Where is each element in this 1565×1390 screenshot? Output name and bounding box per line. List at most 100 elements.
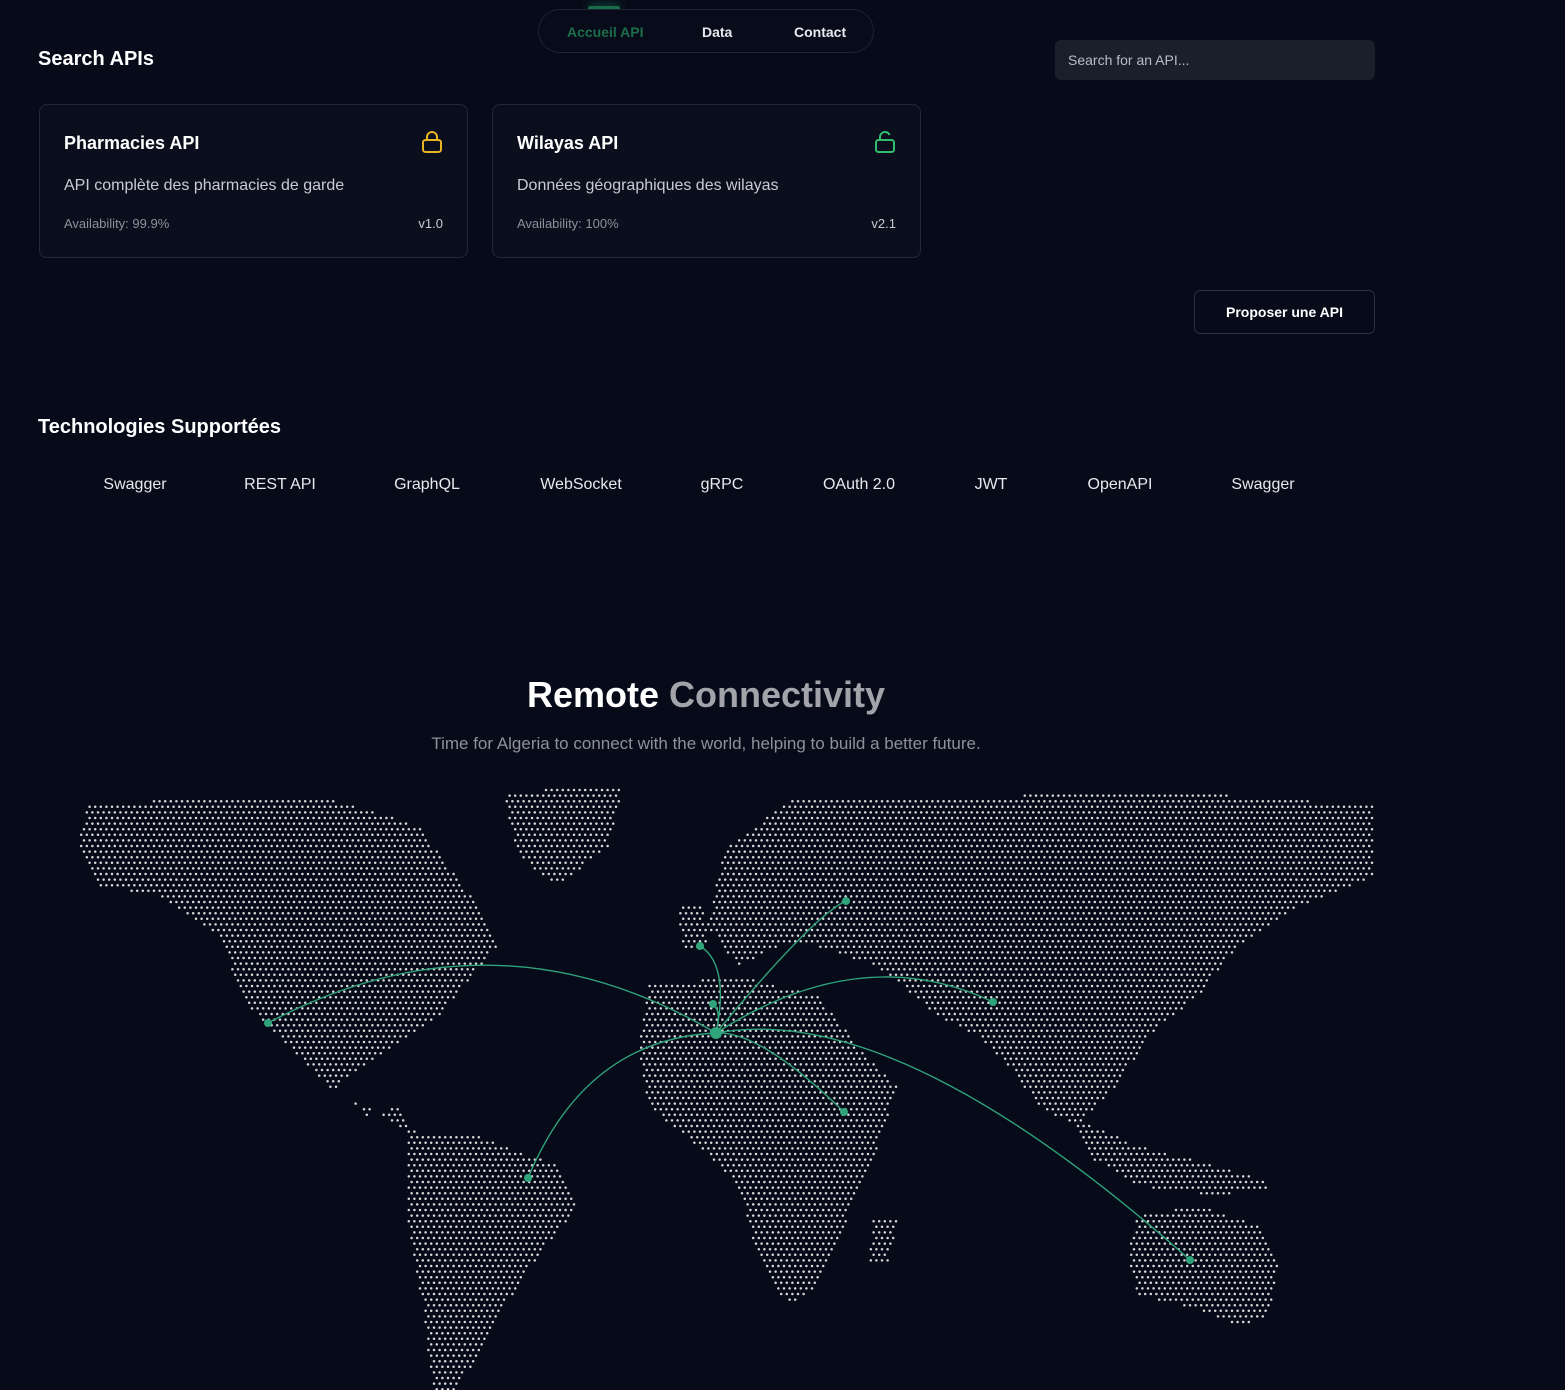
map-dot <box>393 923 397 926</box>
map-dot <box>421 878 425 881</box>
map-dot <box>152 889 156 893</box>
map-dot <box>1219 872 1223 876</box>
api-card-wilayas[interactable]: Wilayas API Données géographiques des wi… <box>492 104 921 258</box>
map-dot <box>592 839 595 842</box>
map-dot <box>964 867 968 870</box>
nav-item-data[interactable]: Data <box>702 10 732 54</box>
map-dot <box>1104 833 1108 837</box>
map-dot <box>813 822 817 825</box>
map-dot <box>1015 956 1018 960</box>
map-dot <box>415 833 419 837</box>
map-dot <box>894 805 898 809</box>
map-dot <box>427 934 430 937</box>
map-dot <box>838 883 842 887</box>
map-dot <box>295 951 299 954</box>
map-dot <box>1320 839 1323 842</box>
map-dot <box>992 923 996 926</box>
map-dot <box>886 923 889 926</box>
map-dot <box>1101 939 1105 943</box>
propose-api-button[interactable]: Proposer une API <box>1194 290 1375 334</box>
map-dot <box>863 844 867 848</box>
map-dot <box>197 833 201 837</box>
map-dot <box>197 911 201 915</box>
map-dot <box>354 956 357 960</box>
map-dot <box>1211 867 1214 870</box>
map-dot <box>1174 895 1178 898</box>
map-dot <box>908 844 912 848</box>
map-dot <box>849 917 853 921</box>
map-dot <box>155 816 159 820</box>
map-dot <box>925 844 929 848</box>
map-dot <box>452 928 455 932</box>
map-dot <box>1113 794 1116 797</box>
map-dot <box>861 827 864 831</box>
map-dot <box>1169 939 1172 943</box>
search-input[interactable] <box>1055 40 1375 80</box>
map-dot <box>1303 883 1307 887</box>
map-dot <box>961 917 965 921</box>
map-dot <box>457 883 461 887</box>
map-dot <box>1003 822 1007 825</box>
map-dot <box>264 911 268 915</box>
map-dot <box>799 850 803 853</box>
map-dot <box>203 923 206 926</box>
map-dot <box>155 861 159 865</box>
map-dot <box>110 816 114 820</box>
map-dot <box>1037 844 1041 848</box>
map-dot <box>1009 923 1013 926</box>
map-dot <box>1216 799 1220 803</box>
map-dot <box>866 839 870 842</box>
map-dot <box>1012 827 1015 831</box>
map-dot <box>250 951 254 954</box>
nav-item-contact[interactable]: Contact <box>794 10 846 54</box>
map-dot <box>1208 928 1211 932</box>
map-dot <box>312 839 315 842</box>
map-dot <box>1328 822 1332 825</box>
map-dot <box>1076 945 1080 949</box>
map-dot <box>886 867 889 870</box>
map-dot <box>1101 883 1105 887</box>
map-dot <box>303 945 307 949</box>
map-dot <box>835 945 839 949</box>
map-dot <box>1272 844 1276 848</box>
map-dot <box>947 900 951 904</box>
map-dot <box>236 844 240 848</box>
map-dot <box>191 799 195 803</box>
map-dot <box>1012 939 1015 943</box>
map-dot <box>721 872 724 876</box>
map-dot <box>922 861 926 865</box>
map-dot <box>233 850 237 853</box>
map-dot <box>721 928 724 932</box>
map-dot <box>886 956 889 960</box>
map-dot <box>1099 911 1102 915</box>
nav-item-accueil-api[interactable]: Accueil API <box>567 10 644 54</box>
map-dot <box>1045 895 1049 898</box>
map-dot <box>1356 867 1360 870</box>
map-dot <box>908 945 912 949</box>
map-dot <box>768 945 772 949</box>
map-dot <box>1331 850 1335 853</box>
map-dot <box>407 827 411 831</box>
map-dot <box>203 878 206 881</box>
map-dot <box>830 822 833 825</box>
map-dot <box>931 923 934 926</box>
map-dot <box>975 822 979 825</box>
map-dot <box>427 867 430 870</box>
map-dot <box>449 878 453 881</box>
map-dot <box>863 945 867 949</box>
map-dot <box>163 811 167 814</box>
map-dot <box>903 799 906 803</box>
map-dot <box>824 923 828 926</box>
map-dot <box>847 844 850 848</box>
api-card-pharmacies[interactable]: Pharmacies API API complète des pharmaci… <box>39 104 468 258</box>
map-dot <box>287 867 290 870</box>
map-dot <box>1191 850 1195 853</box>
map-dot <box>457 939 461 943</box>
map-dot <box>301 917 304 921</box>
map-dot <box>1009 889 1013 893</box>
map-dot <box>1283 833 1287 837</box>
map-dot <box>995 827 999 831</box>
map-dot <box>1057 883 1060 887</box>
map-dot <box>281 811 285 814</box>
map-dot <box>155 883 159 887</box>
